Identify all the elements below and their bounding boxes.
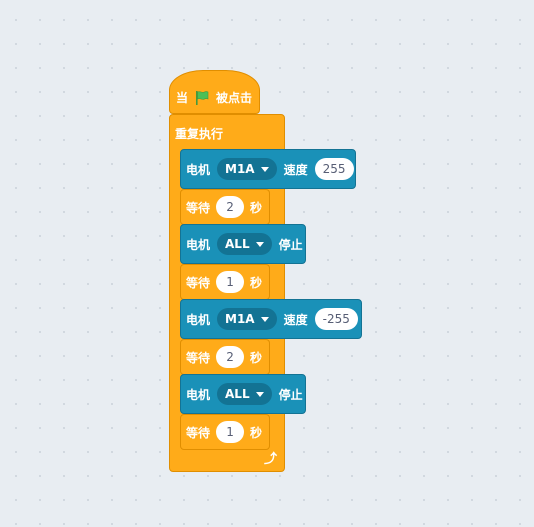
wait-seconds-input[interactable]: 2 <box>216 196 245 218</box>
speed-input[interactable]: 255 <box>314 158 354 180</box>
wait-unit: 秒 <box>250 425 263 440</box>
motor-speed-block[interactable]: 电机 M1A 速度 -255 <box>180 299 362 339</box>
motor-port-dropdown[interactable]: ALL <box>217 233 272 255</box>
motor-speed-block[interactable]: 电机 M1A 速度 255 <box>180 149 356 189</box>
motor-label: 电机 <box>186 237 211 252</box>
wait-label: 等待 <box>186 425 211 440</box>
green-flag-icon <box>196 90 209 105</box>
caret-down-icon <box>255 391 264 397</box>
caret-down-icon <box>255 241 264 247</box>
wait-unit: 秒 <box>250 275 263 290</box>
wait-block[interactable]: 等待 2 秒 <box>180 339 270 375</box>
caret-down-icon <box>260 316 269 322</box>
wait-unit: 秒 <box>250 350 263 365</box>
motor-stop-block[interactable]: 电机 ALL 停止 <box>180 374 306 414</box>
motor-port-dropdown[interactable]: M1A <box>217 308 277 330</box>
motor-port-dropdown[interactable]: ALL <box>217 383 272 405</box>
wait-label: 等待 <box>186 200 211 215</box>
wait-block[interactable]: 等待 2 秒 <box>180 189 270 225</box>
wait-seconds-input[interactable]: 1 <box>216 271 245 293</box>
motor-port-value: M1A <box>225 312 255 326</box>
motor-label: 电机 <box>186 387 211 402</box>
hat-prefix: 当 <box>176 91 189 105</box>
motor-action-label: 速度 <box>283 162 308 177</box>
wait-seconds-input[interactable]: 2 <box>216 346 245 368</box>
loop-arrow-icon: ⤴ <box>263 452 277 467</box>
when-flag-clicked-block[interactable]: 当 被点击 <box>169 70 260 114</box>
wait-block[interactable]: 等待 1 秒 <box>180 414 270 450</box>
hat-suffix: 被点击 <box>216 91 253 105</box>
motor-action-label: 速度 <box>283 312 308 327</box>
motor-action-label: 停止 <box>278 237 303 252</box>
wait-block[interactable]: 等待 1 秒 <box>180 264 270 300</box>
motor-action-label: 停止 <box>278 387 303 402</box>
speed-input[interactable]: -255 <box>314 308 358 330</box>
wait-seconds-input[interactable]: 1 <box>216 421 245 443</box>
motor-port-value: M1A <box>225 162 255 176</box>
motor-stop-block[interactable]: 电机 ALL 停止 <box>180 224 306 264</box>
forever-label: 重复执行 <box>175 127 224 141</box>
motor-port-value: ALL <box>225 387 250 401</box>
motor-port-dropdown[interactable]: M1A <box>217 158 277 180</box>
wait-label: 等待 <box>186 350 211 365</box>
motor-label: 电机 <box>186 162 211 177</box>
caret-down-icon <box>260 166 269 172</box>
motor-port-value: ALL <box>225 237 250 251</box>
wait-label: 等待 <box>186 275 211 290</box>
motor-label: 电机 <box>186 312 211 327</box>
wait-unit: 秒 <box>250 200 263 215</box>
